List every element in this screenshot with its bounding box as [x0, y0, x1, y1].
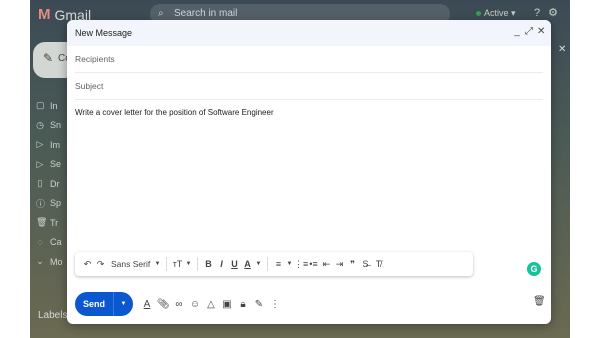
formatting-toolbar: ↶ ↷ Sans Serif ▼ тT ▼ B I U A ▼ ≡ ▼ ⋮≡ •…: [75, 252, 473, 276]
more-options-icon[interactable]: ⋮: [267, 299, 283, 310]
indent-less-icon[interactable]: ⇤: [320, 252, 333, 276]
google-drive-icon[interactable]: △: [203, 299, 219, 310]
compose-header[interactable]: New Message _ ⤢ ✕: [67, 20, 551, 46]
labels-heading: Labels: [38, 310, 68, 321]
bold-icon[interactable]: B: [202, 252, 215, 276]
send-button-group: Send ▼: [75, 292, 133, 316]
toolbar-divider: [197, 257, 198, 271]
sidebar-item-label: In: [50, 100, 58, 111]
underline-icon[interactable]: U: [228, 252, 241, 276]
grammarly-icon[interactable]: G: [527, 262, 541, 276]
italic-icon[interactable]: I: [215, 252, 228, 276]
status-label: Active: [484, 8, 509, 18]
sidebar-item-label: Dr: [50, 178, 60, 189]
formatting-options-icon[interactable]: A: [139, 299, 155, 310]
insert-link-icon[interactable]: ∞: [171, 299, 187, 310]
spam-icon: ⓘ: [36, 198, 46, 209]
sidebar-item-label: Tr: [50, 217, 59, 228]
emoji-icon[interactable]: ☺: [187, 299, 203, 310]
inbox-icon: ▢: [36, 100, 45, 111]
sidebar-item-label: Ca: [50, 237, 62, 248]
more-icon: ⌄: [36, 256, 44, 267]
trash-icon: 🗑: [36, 217, 48, 228]
indent-more-icon[interactable]: ⇥: [333, 252, 346, 276]
send-options-chevron-down-icon[interactable]: ▼: [113, 292, 133, 316]
recipients-field[interactable]: Recipients: [75, 46, 543, 73]
settings-icon[interactable]: ⚙: [548, 7, 566, 19]
drafts-icon: ▯: [37, 178, 43, 189]
remove-formatting-icon[interactable]: T̸: [372, 252, 385, 276]
sidebar-item-label: Im: [50, 139, 60, 150]
sidebar-item-label: Se: [50, 159, 62, 170]
search-placeholder: Search in mail: [174, 8, 238, 19]
text-color-caret-icon: ▼: [255, 261, 262, 267]
gmail-m-icon: M: [38, 6, 51, 23]
pencil-icon: ✎: [43, 51, 54, 65]
font-family-select[interactable]: Sans Serif: [107, 252, 153, 276]
compose-window-controls: _ ⤢ ✕: [513, 26, 545, 37]
font-size-icon[interactable]: тT: [171, 252, 184, 276]
compose-actions: A 📎︎ ∞ ☺ △ ▣ 🔒︎ ✎ ⋮: [139, 292, 283, 316]
important-icon: ▷: [36, 139, 44, 150]
text-color-icon[interactable]: A: [241, 252, 254, 276]
attach-file-icon[interactable]: 📎︎: [155, 299, 171, 310]
sidebar-item-label: Sp: [50, 198, 62, 209]
message-body[interactable]: Write a cover letter for the position of…: [75, 108, 535, 117]
sent-icon: ▷: [36, 158, 44, 169]
font-family-caret-icon: ▼: [154, 261, 161, 267]
signature-pen-icon[interactable]: ✎: [251, 299, 267, 310]
topbar-icons: ?⚙: [534, 6, 566, 19]
compose-title: New Message: [75, 28, 133, 38]
close-icon[interactable]: ✕: [537, 26, 545, 37]
font-size-caret-icon: ▼: [185, 261, 192, 267]
confidential-mode-icon[interactable]: 🔒︎: [235, 299, 251, 310]
sidebar-item-label: Mo: [50, 256, 63, 267]
side-panel-close-icon[interactable]: ✕: [558, 44, 566, 55]
bulleted-list-icon[interactable]: •≡: [307, 252, 320, 276]
quote-icon[interactable]: ❞: [346, 252, 359, 276]
compose-window: New Message _ ⤢ ✕ Recipients Subject Wri…: [67, 20, 551, 324]
undo-icon[interactable]: ↶: [81, 252, 94, 276]
send-button[interactable]: Send: [75, 292, 113, 316]
discard-draft-trash-icon[interactable]: 🗑︎: [533, 296, 546, 307]
status-indicator[interactable]: Active ▾: [476, 8, 516, 19]
categories-icon: ◌: [37, 237, 43, 248]
strikethrough-icon[interactable]: S̶: [359, 252, 372, 276]
redo-icon[interactable]: ↷: [94, 252, 107, 276]
snoozed-icon: ◷: [36, 119, 44, 130]
numbered-list-icon[interactable]: ⋮≡: [294, 252, 308, 276]
toolbar-divider: [166, 257, 167, 271]
insert-photo-icon[interactable]: ▣: [219, 299, 235, 310]
minimize-icon[interactable]: _: [513, 26, 521, 37]
align-icon[interactable]: ≡: [272, 252, 285, 276]
help-icon[interactable]: ?: [534, 7, 548, 19]
side-panel: ✕: [552, 44, 570, 324]
fullscreen-icon[interactable]: ⤢: [525, 26, 533, 37]
align-caret-icon: ▼: [286, 261, 293, 267]
status-dot-icon: [476, 11, 481, 16]
sidebar-item-label: Sn: [50, 120, 62, 131]
subject-field[interactable]: Subject: [75, 73, 543, 100]
toolbar-divider: [267, 257, 268, 271]
